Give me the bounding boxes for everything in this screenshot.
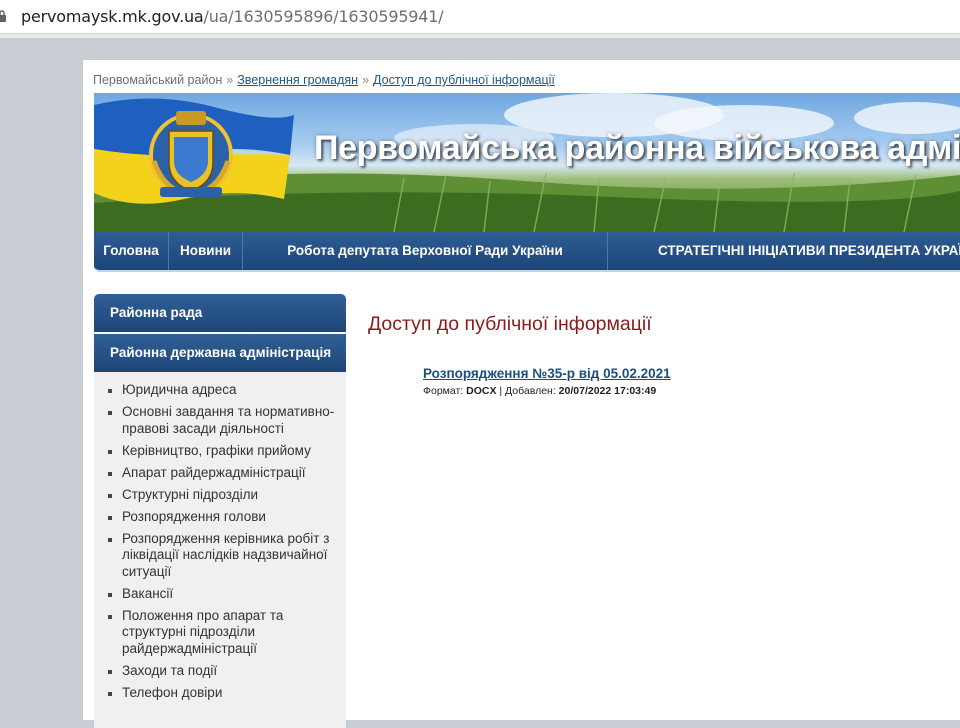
breadcrumb: Первомайський район» Звернення громадян» Д… <box>93 73 555 87</box>
sidebar: Районна рада Районна державна адміністра… <box>94 294 346 728</box>
top-navigation: Головна Новини Робота депутата Верховної… <box>94 232 960 272</box>
bullet-icon <box>108 691 112 696</box>
bullet-icon <box>108 592 112 597</box>
lock-icon <box>0 10 6 22</box>
breadcrumb-link-public-info[interactable]: Доступ до публічної інформації <box>373 73 555 87</box>
url-host: pervomaysk.mk.gov.ua <box>21 7 204 26</box>
added-value: 20/07/2022 17:03:49 <box>558 385 657 397</box>
url-path: /ua/1630595896/1630595941/ <box>203 7 444 26</box>
document-link[interactable]: Розпорядження №35-р від 05.02.2021 <box>423 366 671 381</box>
bullet-icon <box>108 669 112 674</box>
page-title: Доступ до публічної інформації <box>368 313 652 335</box>
nav-item-deputy-work[interactable]: Робота депутата Верховної Ради України <box>243 232 608 270</box>
sidebar-item-head-orders[interactable]: Розпорядження голови <box>106 509 336 526</box>
format-value: DOCX <box>466 385 497 397</box>
sidebar-item-legal-address[interactable]: Юридична адреса <box>106 382 336 399</box>
bullet-icon <box>108 449 112 454</box>
sidebar-item-apparatus[interactable]: Апарат райдержадміністрації <box>106 465 336 482</box>
sidebar-menu: Юридична адреса Основні завдання та норм… <box>94 372 346 728</box>
browser-address-bar[interactable]: pervomaysk.mk.gov.ua/ua/1630595896/16305… <box>0 0 960 34</box>
sidebar-item-label: Заходи та події <box>122 662 218 678</box>
bullet-icon <box>108 537 112 542</box>
page: Первомайський район» Звернення громадян» Д… <box>83 60 960 728</box>
url-text[interactable]: pervomaysk.mk.gov.ua/ua/1630595896/16305… <box>21 7 444 26</box>
sidebar-head-district-council[interactable]: Районна рада <box>94 294 346 334</box>
sidebar-item-structural-units[interactable]: Структурні підрозділи <box>106 487 336 504</box>
bullet-icon <box>108 471 112 476</box>
nav-item-news[interactable]: Новини <box>169 232 243 270</box>
document-meta: Формат: DOCX | Добавлен: 20/07/2022 17:0… <box>423 385 656 397</box>
bullet-icon <box>108 389 112 393</box>
sidebar-item-leadership[interactable]: Керівництво, графіки прийому <box>106 443 336 460</box>
sidebar-item-main-tasks[interactable]: Основні завдання та нормативно-правові з… <box>106 404 336 437</box>
sidebar-item-label: Положення про апарат та структурні підро… <box>122 607 284 656</box>
sidebar-item-label: Юридична адреса <box>122 382 237 397</box>
sidebar-item-events[interactable]: Заходи та події <box>106 663 336 680</box>
bullet-icon <box>108 614 112 619</box>
breadcrumb-root: Первомайський район <box>93 73 223 87</box>
bullet-icon <box>108 411 112 415</box>
sidebar-item-label: Вакансії <box>122 585 174 601</box>
sidebar-item-label: Розпорядження голови <box>122 508 266 524</box>
sidebar-item-label: Телефон довіри <box>122 684 223 700</box>
sidebar-item-label: Апарат райдержадміністрації <box>122 464 306 480</box>
nav-item-president-initiatives[interactable]: СТРАТЕГІЧНІ ІНІЦІАТИВИ ПРЕЗИДЕНТА УКРАЇН… <box>608 232 960 270</box>
sidebar-head-district-administration[interactable]: Районна державна адміністрація <box>94 334 346 372</box>
format-label: Формат: <box>423 385 467 397</box>
bullet-icon <box>108 515 112 520</box>
bullet-icon <box>108 493 112 498</box>
sidebar-item-regulations[interactable]: Положення про апарат та структурні підро… <box>106 608 336 658</box>
banner-title: Первомайська районна військова адміністр… <box>314 129 960 167</box>
breadcrumb-link-appeals[interactable]: Звернення громадян <box>237 73 358 87</box>
added-label: | Добавлен: <box>496 385 559 397</box>
sidebar-item-vacancies[interactable]: Вакансії <box>106 586 336 603</box>
breadcrumb-separator: » <box>362 73 370 87</box>
breadcrumb-separator: » <box>226 73 234 87</box>
sidebar-item-label: Основні завдання та нормативно-правові з… <box>122 404 335 436</box>
sidebar-item-hotline[interactable]: Телефон довіри <box>106 685 336 702</box>
coat-of-arms-icon <box>149 111 233 198</box>
sidebar-item-emergency-orders[interactable]: Розпорядження керівника робіт з ліквідац… <box>106 531 336 581</box>
sidebar-item-label: Розпорядження керівника робіт з ліквідац… <box>122 530 330 579</box>
nav-item-home[interactable]: Головна <box>94 232 169 270</box>
browser-separator <box>0 34 960 38</box>
sidebar-item-label: Структурні підрозділи <box>122 486 258 502</box>
sidebar-item-label: Керівництво, графіки прийому <box>122 442 311 458</box>
header-banner: Первомайська районна військова адміністр… <box>94 93 960 232</box>
